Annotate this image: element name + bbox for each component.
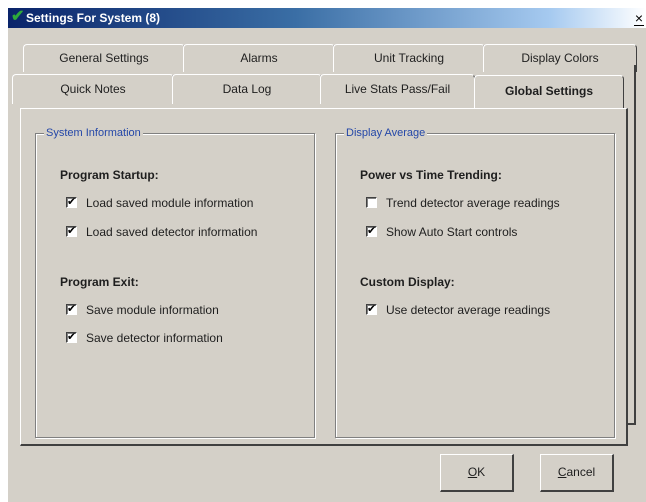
checkbox-label: Use detector average readings xyxy=(386,303,551,317)
tab-general-settings[interactable]: General Settings xyxy=(23,44,185,72)
checkbox-box[interactable] xyxy=(366,197,377,208)
power-vs-time-heading: Power vs Time Trending: xyxy=(360,168,502,182)
tab-live-stats-pass-fail[interactable]: Live Stats Pass/Fail xyxy=(320,74,475,104)
checkbox-label: Save detector information xyxy=(86,331,223,345)
group-system-information: System Information Program Startup: Load… xyxy=(35,126,315,438)
tab-global-settings[interactable]: Global Settings xyxy=(474,75,624,108)
checkbox-label: Load saved module information xyxy=(86,196,254,210)
check-icon: ✔ xyxy=(11,8,25,25)
tab-page-global-settings: System Information Program Startup: Load… xyxy=(20,108,628,446)
ok-label-rest: K xyxy=(477,465,486,479)
tab-alarms[interactable]: Alarms xyxy=(183,44,335,72)
custom-display-heading: Custom Display: xyxy=(360,275,455,289)
tab-quick-notes[interactable]: Quick Notes xyxy=(12,74,174,104)
group-title-display-average: Display Average xyxy=(344,126,428,140)
program-startup-heading: Program Startup: xyxy=(60,168,159,182)
checkbox-box[interactable] xyxy=(366,302,377,315)
group-title-system-information: System Information xyxy=(44,126,143,140)
group-display-average: Display Average Power vs Time Trending: … xyxy=(335,126,615,438)
tab-data-log[interactable]: Data Log xyxy=(172,74,322,104)
window-title: Settings For System (8) xyxy=(26,11,161,25)
checkbox-label: Save module information xyxy=(86,303,219,317)
checkbox-label: Trend detector average readings xyxy=(386,196,560,210)
tab-unit-tracking[interactable]: Unit Tracking xyxy=(333,44,485,72)
checkbox-box[interactable] xyxy=(66,195,77,208)
checkbox-label: Show Auto Start controls xyxy=(386,225,518,239)
cancel-button[interactable]: Cancel xyxy=(540,454,614,492)
checkbox-box[interactable] xyxy=(66,224,77,237)
ok-mnemonic: O xyxy=(467,465,478,479)
settings-dialog: ✔ Settings For System (8) × General Sett… xyxy=(8,8,646,502)
checkbox-box[interactable] xyxy=(366,224,377,237)
cancel-label-rest: ancel xyxy=(566,465,596,479)
program-exit-heading: Program Exit: xyxy=(60,275,139,289)
close-button[interactable]: × xyxy=(632,9,646,27)
ok-button[interactable]: OK xyxy=(440,454,514,492)
checkbox-label: Load saved detector information xyxy=(86,225,258,239)
checkbox-box[interactable] xyxy=(66,330,77,343)
checkbox-box[interactable] xyxy=(66,302,77,315)
title-bar[interactable]: ✔ Settings For System (8) × xyxy=(8,8,646,28)
